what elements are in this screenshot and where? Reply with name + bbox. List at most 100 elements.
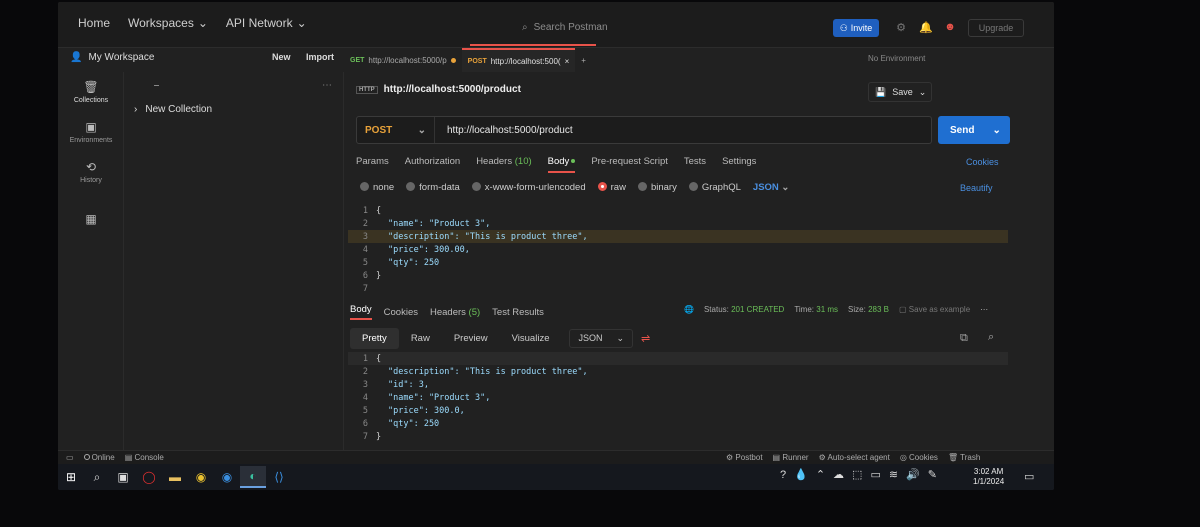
invite-button[interactable]: ⚇ Invite (833, 19, 879, 37)
tab-params[interactable]: Params (356, 156, 389, 173)
send-button[interactable]: Send ⌄ (938, 116, 1010, 144)
response-tab-headers[interactable]: Headers (5) (430, 307, 480, 318)
pen-icon[interactable]: ✎ (928, 468, 937, 481)
radio-urlencoded[interactable]: x-www-form-urlencoded (471, 182, 586, 193)
radio-form-data[interactable]: form-data (406, 182, 460, 193)
tab-body[interactable]: Body (547, 156, 576, 173)
search-input[interactable]: ⌕ Search Postman (518, 16, 628, 38)
response-tab-test-results[interactable]: Test Results (492, 307, 544, 318)
radio-binary[interactable]: binary (637, 182, 677, 193)
tab-tests[interactable]: Tests (684, 156, 706, 173)
copy-icon[interactable]: ⧉ (960, 332, 968, 345)
notification-icon[interactable]: ▭ (1024, 470, 1034, 483)
cloud-icon[interactable]: ☁ (833, 468, 844, 481)
tab-post-request[interactable]: POST http://localhost:500( × (461, 48, 576, 72)
close-icon[interactable]: × (565, 57, 570, 66)
collection-item[interactable]: › New Collection (134, 104, 212, 115)
request-title: HTTP http://localhost:5000/product (356, 84, 521, 95)
sidebar-toggle-icon[interactable]: ▭ (66, 453, 74, 462)
runner-button[interactable]: ▤ Runner (773, 453, 809, 462)
response-format-select[interactable]: JSON ⌄ (569, 329, 634, 348)
upgrade-button[interactable]: Upgrade (968, 19, 1024, 37)
search-icon[interactable]: ⌕ (84, 466, 110, 488)
wifi-icon[interactable]: ≋ (889, 468, 898, 481)
view-visualize[interactable]: Visualize (500, 328, 562, 349)
nav-workspaces[interactable]: Workspaces ⌄ (128, 16, 208, 30)
rail-apps[interactable]: ▦ (58, 212, 124, 229)
more-options-icon[interactable]: ⋯ (322, 80, 332, 91)
new-button[interactable]: New (272, 52, 291, 62)
response-body-viewer: 1{ 2 "description": "This is product thre… (348, 352, 1008, 448)
taskbar-clock[interactable]: 3:02 AM 1/1/2024 (973, 467, 1004, 487)
radio-none[interactable]: none (360, 182, 394, 193)
game-icon[interactable]: ⬚ (852, 468, 862, 481)
radio-graphql[interactable]: GraphQL (688, 182, 741, 193)
search-placeholder: Search Postman (533, 21, 608, 33)
rail-collections[interactable]: 🗑 Collections (58, 80, 124, 104)
tab-headers[interactable]: Headers (10) (476, 156, 531, 173)
edge-icon[interactable]: ◐ (240, 466, 266, 488)
body-type-options: none form-data x-www-form-urlencoded raw… (360, 182, 789, 193)
rail-environments[interactable]: ▣ Environments (58, 120, 124, 144)
cookies-link[interactable]: Cookies (966, 157, 999, 167)
body-format-select[interactable]: JSON ⌄ (753, 182, 789, 193)
avatar[interactable]: ☻ (942, 19, 958, 35)
app-icon[interactable]: ◉ (188, 466, 214, 488)
volume-icon[interactable]: 🔊 (906, 468, 920, 481)
wrap-lines-icon[interactable]: ⇌ (641, 332, 650, 345)
chevron-up-icon[interactable]: ⌃ (816, 468, 825, 481)
workspace-title[interactable]: 👤 My Workspace (70, 52, 154, 63)
battery-icon[interactable]: ▭ (870, 468, 880, 481)
trash-label: Trash (960, 453, 981, 462)
environment-select[interactable]: No Environment (868, 54, 925, 63)
agent-select[interactable]: ⚙ Auto-select agent (819, 453, 890, 462)
save-as-example-button[interactable]: ▢ Save as example (899, 305, 970, 314)
response-tab-body[interactable]: Body (350, 304, 372, 320)
line-number: 2 (362, 218, 368, 229)
tab-prerequest-script[interactable]: Pre-request Script (591, 156, 668, 173)
view-pretty[interactable]: Pretty (350, 328, 399, 349)
import-button[interactable]: Import (306, 52, 334, 62)
postbot-button[interactable]: ⚙ Postbot (726, 453, 763, 462)
beautify-link[interactable]: Beautify (960, 183, 993, 193)
more-options-icon[interactable]: ⋯ (980, 305, 988, 314)
line-number: 6 (362, 418, 368, 429)
cookies-button[interactable]: ◎ Cookies (900, 453, 938, 462)
globe-icon: 🌐 (684, 305, 694, 314)
browser-icon[interactable]: ◉ (214, 466, 240, 488)
task-view-icon[interactable]: ▣ (110, 466, 136, 488)
tab-get-request[interactable]: GET http://localhost:5000/p (344, 48, 462, 72)
filter-icon[interactable]: ⎯ (154, 80, 159, 91)
method-badge-get: GET (350, 56, 365, 64)
method-select[interactable]: POST ⌄ (357, 117, 435, 143)
request-body-editor[interactable]: 1{ 2 "name": "Product 3", 3 "description":… (348, 204, 1008, 294)
nav-home[interactable]: Home (78, 16, 110, 30)
code-line: 1{ (348, 352, 1008, 365)
vscode-icon[interactable]: ⟨⟩ (266, 466, 292, 488)
opera-icon[interactable]: ◯ (136, 466, 162, 488)
water-drop-icon[interactable]: 💧 (794, 468, 808, 481)
notifications-icon[interactable]: 🔔 (918, 19, 934, 35)
code-line: 4 "name": "Product 3", (348, 391, 1008, 404)
nav-api-network[interactable]: API Network ⌄ (226, 16, 307, 30)
tab-settings[interactable]: Settings (722, 156, 756, 173)
online-status[interactable]: Online (83, 453, 115, 462)
console-button[interactable]: ▤ Console (125, 453, 164, 462)
save-button[interactable]: 💾 Save ⌄ (868, 82, 932, 102)
settings-icon[interactable]: ⚙ (893, 19, 909, 35)
new-tab-button[interactable]: + (575, 48, 592, 72)
windows-start-icon[interactable]: ⊞ (58, 466, 84, 488)
help-icon[interactable]: ? (780, 469, 786, 481)
search-icon[interactable]: ⌕ (988, 331, 994, 344)
rail-history[interactable]: ⟲ History (58, 160, 124, 184)
radio-raw[interactable]: raw (597, 182, 626, 193)
view-preview[interactable]: Preview (442, 328, 500, 349)
request-title-text[interactable]: http://localhost:5000/product (384, 84, 521, 95)
search-icon: ⌕ (522, 21, 528, 33)
response-tab-cookies[interactable]: Cookies (384, 307, 418, 318)
file-explorer-icon[interactable]: ▬ (162, 466, 188, 488)
view-raw[interactable]: Raw (399, 328, 442, 349)
url-input[interactable]: http://localhost:5000/product (435, 125, 573, 136)
tab-authorization[interactable]: Authorization (405, 156, 460, 173)
trash-button[interactable]: 🗑 Trash (948, 453, 980, 462)
